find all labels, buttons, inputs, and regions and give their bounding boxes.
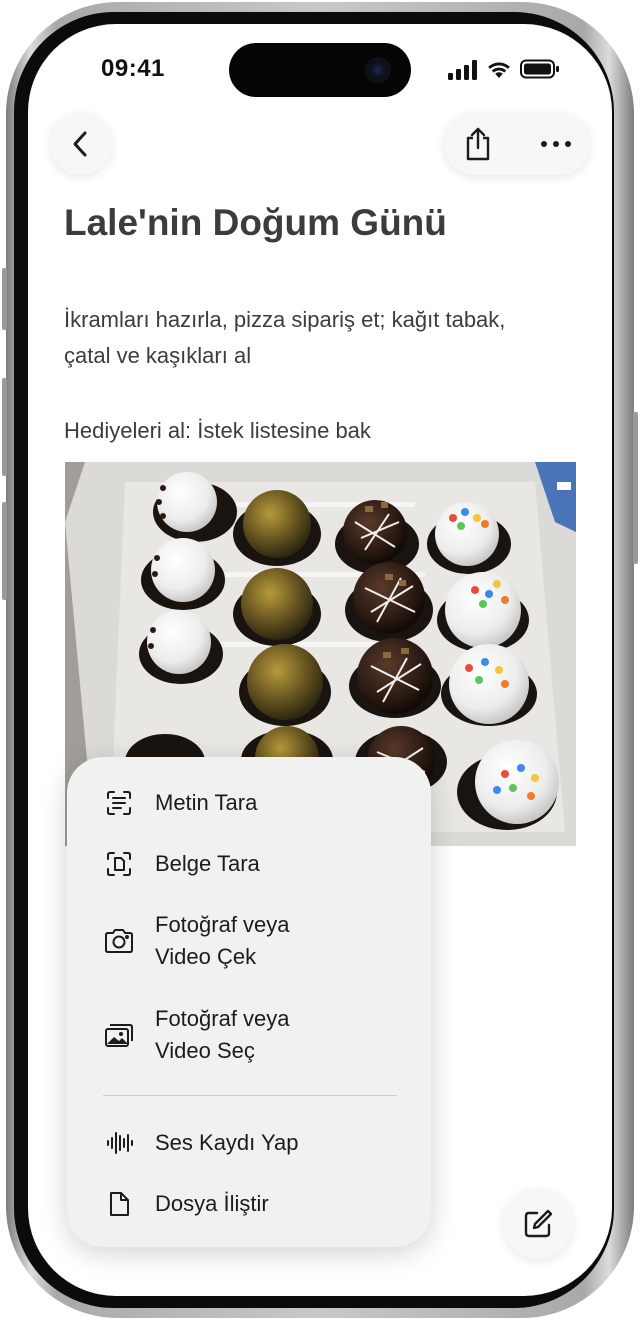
share-icon xyxy=(466,127,490,161)
waveform-icon xyxy=(103,1127,135,1159)
menu-item-scan-text[interactable]: Metin Tara xyxy=(67,787,431,819)
chevron-left-icon xyxy=(73,131,87,157)
photo-library-icon xyxy=(103,1019,135,1051)
attachment-menu: Metin Tara Belge Tara Fotoğraf veya Vide… xyxy=(67,757,431,1247)
menu-item-label: Ses Kaydı Yap xyxy=(155,1130,299,1155)
document-icon xyxy=(103,1188,135,1220)
toolbar-group xyxy=(444,113,590,175)
volume-up-button xyxy=(2,378,7,476)
share-button[interactable] xyxy=(458,124,498,164)
scan-text-icon xyxy=(103,787,135,819)
battery-icon xyxy=(520,59,559,79)
ellipsis-icon xyxy=(541,141,571,147)
menu-item-scan-document[interactable]: Belge Tara xyxy=(67,848,431,880)
menu-item-record-audio[interactable]: Ses Kaydı Yap xyxy=(67,1127,431,1159)
signal-icon xyxy=(448,60,477,80)
volume-down-button xyxy=(2,502,7,600)
status-time: 09:41 xyxy=(101,55,165,82)
front-camera xyxy=(365,57,391,83)
action-button xyxy=(2,268,7,330)
menu-item-choose-photo[interactable]: Fotoğraf veya Video Seç xyxy=(67,1003,431,1067)
screen: 09:41 Lale'nin Doğum Günü İkramları hazı… xyxy=(28,24,612,1296)
menu-item-label: Fotoğraf veya xyxy=(155,912,290,937)
menu-item-take-photo[interactable]: Fotoğraf veya Video Çek xyxy=(67,909,431,973)
side-button xyxy=(633,412,638,564)
note-title[interactable]: Lale'nin Doğum Günü xyxy=(64,202,447,244)
menu-item-attach-file[interactable]: Dosya İliştir xyxy=(67,1188,431,1220)
menu-item-label: Dosya İliştir xyxy=(155,1191,269,1216)
camera-icon xyxy=(103,925,135,957)
menu-item-label: Fotoğraf veya xyxy=(155,1006,290,1031)
compose-button[interactable] xyxy=(503,1189,573,1259)
dynamic-island xyxy=(229,43,411,97)
menu-item-label: Video Çek xyxy=(155,944,257,969)
note-body-line: çatal ve kaşıkları al xyxy=(64,343,252,368)
menu-item-label: Metin Tara xyxy=(155,790,258,815)
compose-icon xyxy=(524,1209,553,1238)
note-body-line: İkramları hazırla, pizza sipariş et; kağ… xyxy=(64,307,506,332)
menu-item-label: Video Seç xyxy=(155,1038,255,1063)
wifi-icon xyxy=(488,62,510,78)
note-body[interactable]: İkramları hazırla, pizza sipariş et; kağ… xyxy=(64,302,584,374)
back-button[interactable] xyxy=(50,113,112,175)
menu-divider xyxy=(103,1095,397,1096)
menu-item-label: Belge Tara xyxy=(155,851,260,876)
scan-document-icon xyxy=(103,848,135,880)
more-button[interactable] xyxy=(534,124,578,164)
note-gifts-line[interactable]: Hediyeleri al: İstek listesine bak xyxy=(64,418,371,444)
